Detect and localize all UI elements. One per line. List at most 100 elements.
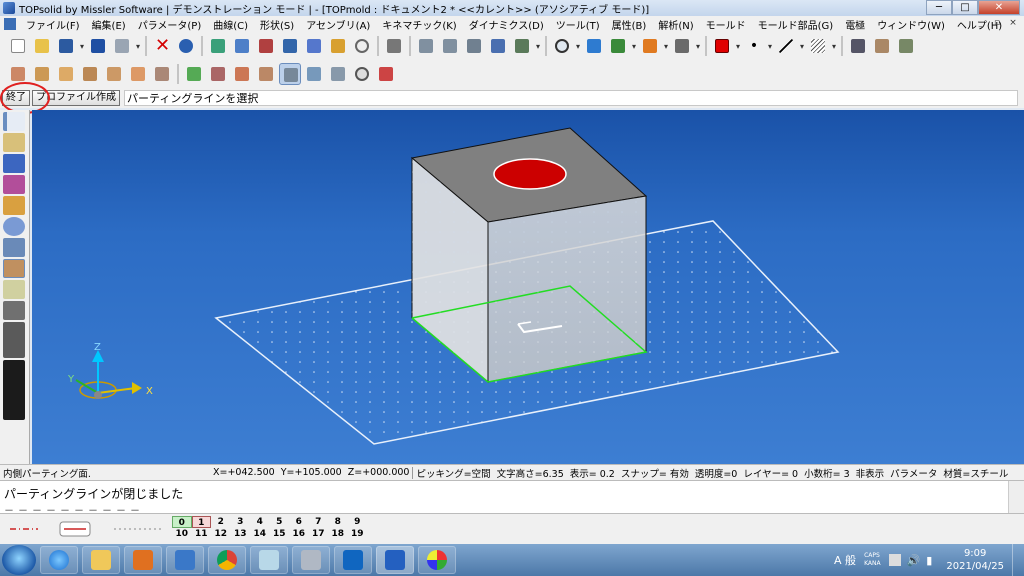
minimize-button[interactable]: ─ bbox=[926, 0, 952, 15]
layer-button[interactable]: 15 bbox=[270, 528, 290, 540]
layer-button[interactable]: 8 bbox=[328, 516, 348, 528]
point-style-dropdown-icon[interactable]: ▾ bbox=[766, 42, 774, 51]
status-layer[interactable]: レイヤー= 0 bbox=[740, 466, 801, 480]
layer-button[interactable]: 18 bbox=[328, 528, 348, 540]
view-dropdown-icon[interactable]: ▾ bbox=[630, 42, 638, 51]
layer-button[interactable]: 6 bbox=[289, 516, 309, 528]
parting-tool-2-icon[interactable] bbox=[207, 63, 229, 85]
taskbar-notepad[interactable] bbox=[250, 546, 288, 574]
layer-button[interactable]: 13 bbox=[231, 528, 251, 540]
taskbar-media-player[interactable] bbox=[124, 546, 162, 574]
parting-tool-1-icon[interactable] bbox=[183, 63, 205, 85]
layer-button[interactable]: 1 bbox=[191, 516, 211, 528]
mold-tool-2-icon[interactable] bbox=[31, 63, 53, 85]
status-parameter[interactable]: パラメータ bbox=[887, 466, 940, 480]
layer-button[interactable]: 7 bbox=[309, 516, 329, 528]
undo-icon[interactable] bbox=[175, 35, 197, 57]
mold-icon-left[interactable] bbox=[3, 259, 25, 278]
volume-icon[interactable]: 🔊 bbox=[907, 554, 921, 567]
properties-icon[interactable] bbox=[207, 35, 229, 57]
layer-button[interactable]: 3 bbox=[231, 516, 251, 528]
status-snap[interactable]: スナップ= 有効 bbox=[618, 466, 692, 480]
hammer-icon[interactable] bbox=[279, 35, 301, 57]
menu-window[interactable]: ウィンドウ(W) bbox=[871, 17, 951, 32]
gear-icon[interactable] bbox=[3, 217, 25, 236]
menu-attributes[interactable]: 属性(B) bbox=[606, 17, 653, 32]
trim-icon[interactable] bbox=[439, 35, 461, 57]
material-icon[interactable] bbox=[327, 35, 349, 57]
navigate-icon[interactable] bbox=[671, 35, 693, 57]
taskbar-topsolid[interactable] bbox=[376, 546, 414, 574]
taskbar-paint[interactable] bbox=[418, 546, 456, 574]
line-style-icon[interactable] bbox=[775, 35, 797, 57]
taskbar-outlook[interactable] bbox=[334, 546, 372, 574]
cut-icon[interactable] bbox=[463, 35, 485, 57]
zoom-dropdown-icon[interactable]: ▾ bbox=[574, 42, 582, 51]
mold-tool-6-icon[interactable] bbox=[127, 63, 149, 85]
layer-button[interactable]: 0 bbox=[172, 516, 192, 528]
mold-tool-3-icon[interactable] bbox=[55, 63, 77, 85]
hook-icon[interactable] bbox=[487, 35, 509, 57]
flag-icon[interactable] bbox=[888, 554, 901, 566]
doc-close-button[interactable]: × bbox=[1006, 17, 1020, 30]
taskbar-edit-app[interactable] bbox=[166, 546, 204, 574]
status-text-height[interactable]: 文字高さ=6.35 bbox=[494, 466, 567, 480]
doc-restore-button[interactable]: ▫ bbox=[990, 17, 1004, 30]
line-style-samples[interactable] bbox=[4, 518, 164, 540]
menu-parameter[interactable]: パラメータ(P) bbox=[132, 17, 208, 32]
menu-mold-parts[interactable]: モールド部品(G) bbox=[752, 17, 840, 32]
curve-tool-icon[interactable] bbox=[511, 35, 533, 57]
parting-tool-3-icon[interactable] bbox=[231, 63, 253, 85]
show-desktop-button[interactable] bbox=[1012, 544, 1024, 576]
menu-file[interactable]: ファイル(F) bbox=[20, 17, 86, 32]
print-dropdown-icon[interactable]: ▾ bbox=[134, 42, 142, 51]
status-material[interactable]: 材質=スチール bbox=[940, 466, 1011, 480]
sketch-icon[interactable] bbox=[3, 112, 25, 131]
measure-icon[interactable] bbox=[231, 35, 253, 57]
layer-button[interactable]: 9 bbox=[348, 516, 368, 528]
mold-tool-4-icon[interactable] bbox=[79, 63, 101, 85]
render-dropdown-icon[interactable]: ▾ bbox=[662, 42, 670, 51]
message-scrollbar[interactable] bbox=[1008, 481, 1024, 513]
taskbar-chrome[interactable] bbox=[208, 546, 246, 574]
menu-shape[interactable]: 形状(S) bbox=[254, 17, 300, 32]
menu-edit[interactable]: 編集(E) bbox=[86, 17, 132, 32]
layer-button[interactable]: 16 bbox=[289, 528, 309, 540]
menu-electrode[interactable]: 電極 bbox=[839, 17, 871, 32]
surface-icon[interactable] bbox=[3, 175, 25, 194]
delete-icon[interactable]: ✕ bbox=[151, 35, 173, 57]
save-dropdown-icon[interactable]: ▾ bbox=[78, 42, 86, 51]
clock[interactable]: 9:09 2021/04/25 bbox=[946, 547, 1004, 573]
layer-button[interactable]: 10 bbox=[172, 528, 192, 540]
line-style-dropdown-icon[interactable]: ▾ bbox=[798, 42, 806, 51]
menu-mold[interactable]: モールド bbox=[700, 17, 752, 32]
doc-minimize-button[interactable]: _ bbox=[974, 17, 988, 30]
tools-icon[interactable] bbox=[383, 35, 405, 57]
layer-button[interactable]: 5 bbox=[270, 516, 290, 528]
menu-dynamics[interactable]: ダイナミクス(D) bbox=[463, 17, 550, 32]
top-hole[interactable] bbox=[493, 158, 567, 190]
mold-tool-7-icon[interactable] bbox=[151, 63, 173, 85]
app-icon[interactable] bbox=[3, 2, 15, 14]
layer-button[interactable]: 17 bbox=[309, 528, 329, 540]
electrode-icon[interactable] bbox=[3, 280, 25, 299]
layer-button[interactable]: 11 bbox=[192, 528, 212, 540]
maximize-button[interactable]: □ bbox=[952, 0, 978, 15]
network-icon[interactable]: ▮ bbox=[926, 554, 932, 567]
new-file-icon[interactable] bbox=[7, 35, 29, 57]
status-display[interactable]: 表示= 0.2 bbox=[567, 466, 618, 480]
save-icon[interactable] bbox=[55, 35, 77, 57]
layer-button[interactable]: 14 bbox=[250, 528, 270, 540]
menu-analysis[interactable]: 解析(N) bbox=[652, 17, 699, 32]
status-hidden[interactable]: 非表示 bbox=[853, 466, 888, 480]
document-icon[interactable] bbox=[4, 18, 16, 30]
navigate-dropdown-icon[interactable]: ▾ bbox=[694, 42, 702, 51]
taskbar-internet-explorer[interactable] bbox=[40, 546, 78, 574]
mold-parts-icon[interactable] bbox=[871, 35, 893, 57]
command-prompt[interactable]: パーティングラインを選択 bbox=[124, 90, 1018, 106]
pick-icon[interactable] bbox=[415, 35, 437, 57]
start-button[interactable] bbox=[2, 545, 36, 575]
curve-dropdown-icon[interactable]: ▾ bbox=[534, 42, 542, 51]
point-style-icon[interactable]: • bbox=[743, 35, 765, 57]
mold-tool-5-icon[interactable] bbox=[103, 63, 125, 85]
